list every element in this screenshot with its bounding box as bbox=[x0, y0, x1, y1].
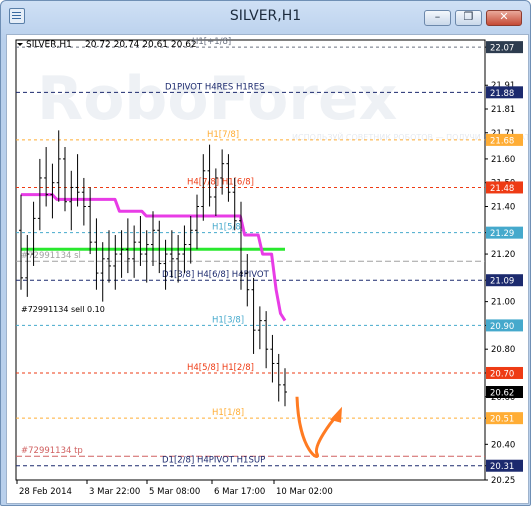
chart-area[interactable]: RoboForex ИСПОЛЬЗУЙ СОВЕТНИК РОБОТОВ — П… bbox=[6, 34, 530, 504]
level-label: #72991134 tp bbox=[21, 446, 83, 456]
level-label: D1PIVOT H4RES H1RES bbox=[165, 82, 264, 92]
price-tick-label: 20.25 bbox=[491, 476, 515, 486]
price-tag-label: 21.48 bbox=[490, 184, 514, 194]
minimize-button[interactable]: – bbox=[424, 10, 451, 26]
price-tick-label: 20.40 bbox=[491, 440, 515, 450]
header-dropdown-icon[interactable] bbox=[17, 43, 23, 46]
close-button[interactable]: ✕ bbox=[486, 10, 522, 26]
price-tag-label: 20.70 bbox=[490, 369, 514, 379]
time-tick-label: 10 Mar 02:00 bbox=[276, 487, 333, 497]
restore-button[interactable]: ❐ bbox=[455, 10, 482, 26]
level-label: #72991134 sl bbox=[21, 251, 81, 261]
forecast-arrow bbox=[295, 396, 342, 458]
watermark-brand: RoboForex bbox=[37, 64, 397, 134]
price-tag-label: 20.51 bbox=[490, 415, 514, 425]
price-tag-label: 22.07 bbox=[490, 44, 514, 54]
price-tick-label: 21.00 bbox=[491, 298, 515, 308]
trade-note: #72991134 sell 0.10 bbox=[21, 305, 105, 314]
forecast-arrow-curve bbox=[295, 396, 339, 458]
price-tick-label: 21.20 bbox=[491, 250, 515, 260]
level-label: H4[7/8] H1[6/8] bbox=[187, 177, 254, 187]
chart-window: SILVER,H1 – ❐ ✕ RoboForex ИСПОЛЬЗУЙ СОВЕ… bbox=[0, 0, 531, 506]
price-tick-label: 21.81 bbox=[491, 105, 515, 115]
price-chart[interactable]: RoboForex ИСПОЛЬЗУЙ СОВЕТНИК РОБОТОВ — П… bbox=[7, 35, 530, 503]
price-tick-label: 20.80 bbox=[491, 345, 515, 355]
price-tag-label: 21.68 bbox=[490, 136, 514, 146]
level-label: H1[7/8] bbox=[207, 130, 239, 140]
price-tick-label: 21.40 bbox=[491, 202, 515, 212]
time-tick-label: 6 Mar 17:00 bbox=[214, 487, 265, 497]
time-tick-label: 3 Mar 22:00 bbox=[89, 487, 140, 497]
title-bar[interactable]: SILVER,H1 – ❐ ✕ bbox=[1, 1, 530, 31]
level-label: H1[3/8] bbox=[212, 315, 244, 325]
level-label: D1[2/8] H4PIVOT H1SUP bbox=[162, 456, 265, 466]
price-tag-label: 21.29 bbox=[490, 229, 514, 239]
header-ohlc: 20.72 20.74 20.61 20.62 bbox=[85, 40, 197, 50]
price-tag-label: 20.62 bbox=[490, 389, 514, 399]
level-label: H1[+1/8] bbox=[192, 37, 231, 47]
header-symbol: SILVER,H1 bbox=[26, 40, 72, 50]
minimize-icon: – bbox=[434, 10, 441, 23]
level-label: H1[1/8] bbox=[212, 408, 244, 418]
price-tag-label: 21.88 bbox=[490, 89, 514, 99]
restore-icon: ❐ bbox=[463, 10, 474, 23]
level-label: H1[5/8] bbox=[212, 223, 244, 233]
level-label: H4[5/8] H1[2/8] bbox=[187, 363, 254, 373]
chart-header: SILVER,H1 20.72 20.74 20.61 20.62 bbox=[17, 40, 197, 50]
watermark: RoboForex ИСПОЛЬЗУЙ СОВЕТНИК РОБОТОВ — П… bbox=[37, 64, 530, 142]
price-tag-label: 20.90 bbox=[490, 322, 514, 332]
time-tick-label: 5 Mar 08:00 bbox=[149, 487, 200, 497]
price-tag-label: 20.31 bbox=[490, 462, 514, 472]
price-tick-label: 21.60 bbox=[491, 155, 515, 165]
close-icon: ✕ bbox=[499, 10, 509, 23]
price-tag-label: 21.09 bbox=[490, 277, 514, 287]
time-tick-label: 28 Feb 2014 bbox=[19, 487, 72, 497]
time-axis[interactable]: 28 Feb 2014 3 Mar 22:00 5 Mar 08:00 6 Mar 1… bbox=[16, 480, 333, 497]
